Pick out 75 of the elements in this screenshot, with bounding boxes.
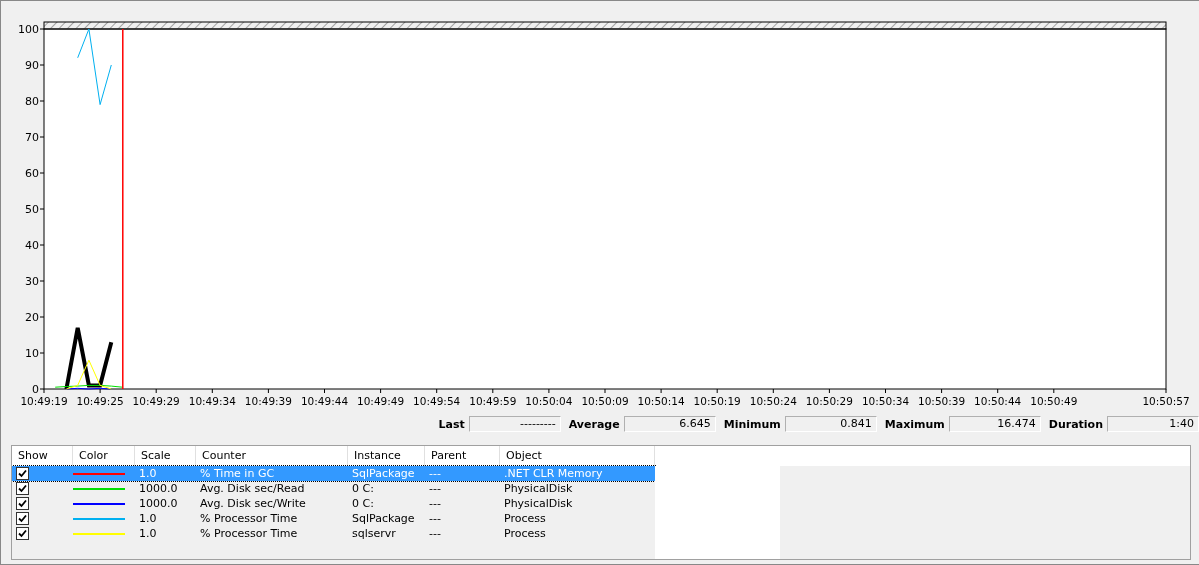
stat-label: Minimum (723, 417, 781, 431)
table-cell-text: SqlPackage (351, 467, 416, 480)
x-tick-label: 10:49:49 (357, 395, 405, 407)
x-tick-label: 10:49:34 (188, 395, 236, 407)
table-cell-text: PhysicalDisk (503, 497, 574, 510)
stat-label: Duration (1048, 417, 1103, 431)
y-tick-label: 60 (25, 167, 39, 180)
y-tick-label: 0 (32, 383, 39, 396)
x-tick-label: 10:50:57 (1142, 395, 1190, 407)
x-tick-label: 10:49:44 (300, 395, 349, 407)
x-tick-label: 10:50:19 (693, 395, 741, 407)
x-tick-label: 10:50:09 (581, 395, 629, 407)
counter-row[interactable]: 1.0 % Processor Time sqlservr --- Process (12, 526, 655, 541)
table-cell-text: PhysicalDisk (503, 482, 574, 495)
show-checkbox[interactable] (16, 482, 29, 495)
table-cell-text: 1.0 (138, 512, 158, 525)
table-cell-text: Avg. Disk sec/Read (199, 482, 306, 495)
table-cell-text: 1.0 (138, 467, 158, 480)
x-tick-label: 10:49:19 (20, 395, 68, 407)
show-checkbox[interactable] (16, 497, 29, 510)
table-cell-text: % Time in GC (199, 467, 276, 480)
table-cell-text: % Processor Time (199, 527, 299, 540)
show-checkbox[interactable] (16, 527, 29, 540)
stat-value: 0.841 (784, 416, 877, 432)
x-tick-label: 10:50:29 (805, 395, 853, 407)
stat-value: 1:40 (1107, 416, 1199, 432)
table-cell-text: 0 C: (351, 482, 375, 495)
table-cell-text: --- (428, 497, 442, 510)
stat-label: Last (438, 417, 465, 431)
stat-value: --------- (468, 416, 561, 432)
x-tick-label: 10:50:14 (637, 395, 685, 407)
show-checkbox[interactable] (16, 512, 29, 525)
x-tick-label: 10:49:29 (132, 395, 180, 407)
y-tick-label: 70 (25, 131, 39, 144)
table-cell-text: SqlPackage (351, 512, 416, 525)
x-tick-label: 10:49:59 (469, 395, 517, 407)
counter-row[interactable]: 1.0 % Processor Time SqlPackage --- Process (12, 511, 655, 526)
show-checkbox[interactable] (16, 467, 29, 480)
stat-label: Maximum (884, 417, 945, 431)
stat-value: 6.645 (623, 416, 716, 432)
x-tick-label: 10:49:25 (76, 395, 124, 407)
x-tick-label: 10:50:24 (749, 395, 797, 407)
table-cell-text: 0 C: (351, 497, 375, 510)
table-cell-text: Process (503, 512, 547, 525)
x-tick-label: 10:49:54 (413, 395, 461, 407)
counter-row[interactable]: 1000.0 Avg. Disk sec/Write 0 C: --- PhysicalDisk (12, 496, 655, 511)
table-cell-text: --- (428, 482, 442, 495)
y-tick-label: 50 (25, 203, 39, 216)
table-cell-text: --- (428, 512, 442, 525)
y-tick-label: 10 (25, 347, 39, 360)
table-cell-text: Process (503, 527, 547, 540)
table-cell-text: --- (428, 467, 442, 480)
table-cell-text: 1000.0 (138, 482, 179, 495)
table-cell-text: 1.0 (138, 527, 158, 540)
x-tick-label: 10:49:39 (244, 395, 292, 407)
table-cell-text: .NET CLR Memory (503, 467, 604, 480)
x-tick-label: 10:50:49 (1030, 395, 1078, 407)
x-tick-label: 10:50:34 (861, 395, 910, 407)
y-tick-label: 30 (25, 275, 39, 288)
x-tick-label: 10:50:39 (918, 395, 966, 407)
table-cell-text: % Processor Time (199, 512, 299, 525)
x-tick-label: 10:50:44 (974, 395, 1022, 407)
y-tick-label: 100 (18, 23, 39, 36)
stat-value: 16.474 (948, 416, 1041, 432)
table-cell-text: Avg. Disk sec/Write (199, 497, 307, 510)
y-tick-label: 20 (25, 311, 39, 324)
counter-row[interactable]: 1000.0 Avg. Disk sec/Read 0 C: --- PhysicalDisk (12, 481, 655, 496)
y-tick-label: 40 (25, 239, 39, 252)
y-tick-label: 80 (25, 95, 39, 108)
y-tick-label: 90 (25, 59, 39, 72)
stat-label: Average (568, 417, 620, 431)
x-tick-label: 10:50:04 (525, 395, 573, 407)
table-cell-text: 1000.0 (138, 497, 179, 510)
table-cell-text: sqlservr (351, 527, 397, 540)
table-cell-text: --- (428, 527, 442, 540)
